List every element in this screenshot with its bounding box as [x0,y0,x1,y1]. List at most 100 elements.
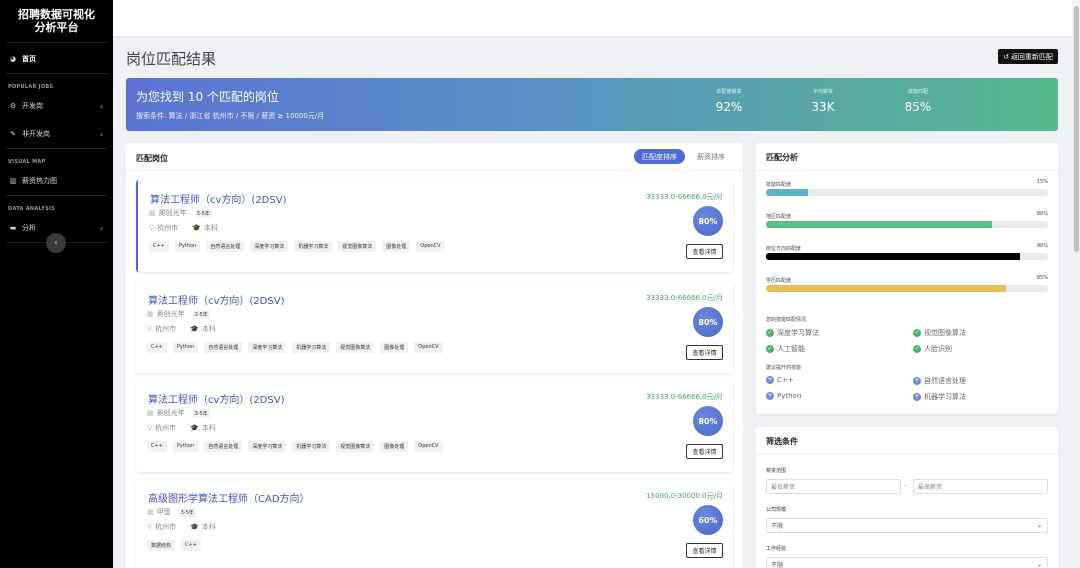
chevron-right-icon: › [99,129,103,139]
building-icon: ▦ [147,310,154,318]
skill-tag: 机器学习算法 [294,241,333,252]
job-salary: 33333.0-66666.0元/月 [646,393,723,401]
job-title-link[interactable]: 高级图形学算法工程师（CAD方向） [148,490,310,505]
skill-tag: 视觉图像算法 [338,241,377,252]
job-title-link[interactable]: 算法工程师（cv方向）(2DSV) [148,391,284,406]
suggested-skill: + C++ [766,376,794,384]
experience-badge: 3-5年 [192,408,210,418]
back-rematch-button[interactable]: ↺ 返回重新匹配 [998,49,1058,64]
chevron-right-icon: › [99,101,103,111]
divider [126,170,743,171]
check-circle-icon: ✓ [766,345,774,353]
job-card[interactable]: 算法工程师（cv方向）(2DSV) 33333.0-66666.0元/月 ▦ 奥… [136,380,733,472]
company-size-select[interactable]: 不限 ⌄ [766,518,1048,533]
building-icon: ▦ [147,409,154,417]
skill-tag: OpenCV [416,241,445,252]
skill-tags: C++ Python 自然语言处理 深度学习算法 机器学习算法 视觉图像算法 图像处理 Ope… [149,241,451,252]
skill-tag: 深度学习算法 [248,441,287,452]
skill-tag: 视觉图像算法 [336,441,375,452]
sidebar: 招聘数据可视化分析平台 ◕ 首页 POPULAR JOBS ⚙ 开发岗 › ✎ … [0,0,113,568]
graduation-cap-icon: 🎓 [190,424,199,432]
skill-tag: 自然语言处理 [204,441,243,452]
gear-icon: ⚙ [9,102,17,110]
progress-fill [766,253,1020,260]
sidebar-collapse-button[interactable]: ‹ [46,233,66,253]
job-card[interactable]: 算法工程师（cv方向）(2DSV) 33333.0-66666.0元/月 ▦ 奥… [136,180,733,272]
sidebar-item-dev-jobs[interactable]: ⚙ 开发岗 › [0,92,113,120]
match-bar-row: 技能匹配度 15% [766,179,1048,196]
divider [6,42,107,43]
result-banner: 为您找到 10 个匹配的岗位 搜索条件: 算法 / 浙江省 杭州市 / 不限 /… [126,78,1058,131]
section-heading: VISUAL MAP [8,159,46,165]
skill-tag: 深度学习算法 [248,342,287,353]
matched-skill: ✓ 人工智能 [766,344,805,354]
search-criteria: 搜索条件: 算法 / 浙江省 杭州市 / 不限 / 薪资 ≥ 10000元/月 [136,112,325,120]
map-pin-icon: ⚲ [147,523,153,531]
matched-skill: ✓ 人脸识别 [913,344,952,354]
bar-percent: 15% [1036,179,1048,185]
job-card[interactable]: 算法工程师（cv方向）(2DSV) 33333.0-66666.0元/月 ▦ 奥… [136,281,733,373]
scrollbar-thumb[interactable] [1074,6,1079,252]
job-city: 杭州市 [157,224,179,232]
match-score-badge: 80% [693,307,723,337]
view-details-button[interactable]: 查看详情 [686,244,723,259]
chevron-right-icon: › [99,223,103,233]
chevron-down-icon: ⌄ [1036,522,1042,529]
panel-heading: 匹配岗位 [136,154,168,163]
skill-tag: C++ [147,342,167,353]
sort-by-salary-button[interactable]: 薪资排序 [691,149,731,164]
company-size-value: 不限 [771,523,784,530]
experience-select[interactable]: 不限 ⌄ [766,557,1048,568]
min-salary-input[interactable]: 最低薪资 [766,479,901,494]
stat-label: 技能匹配 [907,89,928,95]
folder-icon: ▬ [9,224,17,232]
job-title-link[interactable]: 算法工程师（cv方向）(2DSV) [148,292,284,307]
graduation-cap-icon: 🎓 [190,523,199,531]
max-salary-input[interactable]: 最高薪资 [913,479,1048,494]
job-card[interactable]: 高级图形学算法工程师（CAD方向） 15000.0-30000.0元/月 ▦ 甲… [136,479,733,568]
bar-label: 岗位方向匹配度 [766,246,802,252]
sidebar-item-non-dev-jobs[interactable]: ✎ 非开发岗 › [0,120,113,148]
plus-circle-icon: + [766,392,774,400]
skill-name: 视觉图像算法 [924,329,966,337]
match-score-badge: 60% [693,505,723,535]
skill-tags: 数据结构 C++ [147,540,207,551]
sidebar-item-salary-heatmap[interactable]: ▥ 薪资热力图 [0,167,113,195]
progress-fill [766,221,992,228]
result-title: 为您找到 10 个匹配的岗位 [136,90,279,104]
location-row: ⚲ 杭州市 🎓 本科 [149,223,218,233]
company-size-label: 公司规模 [766,507,787,513]
wrench-icon: ✎ [10,130,16,138]
view-details-button[interactable]: 查看详情 [686,543,723,558]
view-details-button[interactable]: 查看详情 [686,444,723,459]
range-separator: - [904,482,907,489]
sort-by-match-button[interactable]: 匹配度排序 [634,149,685,164]
skill-name: 机器学习算法 [924,393,966,401]
sidebar-item-label: 开发岗 [22,102,43,110]
skill-tag: Python [172,441,199,452]
company-name: 奥创光年 [156,310,185,318]
stat-top-match: 匹配度最高 92% [704,88,754,114]
experience-value: 不限 [771,562,784,568]
experience-label: 工作经验 [766,546,787,552]
job-title-link[interactable]: 算法工程师（cv方向）(2DSV) [150,191,286,206]
skill-tag: 机器学习算法 [292,441,331,452]
plus-circle-icon: + [913,393,921,401]
sidebar-item-home[interactable]: ◕ 首页 [0,45,113,73]
suggested-skill: + 机器学习算法 [913,392,966,402]
progress-track [766,285,1048,292]
skill-tag: C++ [149,241,169,252]
location-row: ⚲ 杭州市 🎓 本科 [147,324,216,334]
skill-name: 自然语言处理 [924,377,966,385]
back-rematch-label: 返回重新匹配 [1010,52,1053,61]
location-row: ⚲ 杭州市 🎓 本科 [147,522,216,532]
bar-label: 学历匹配度 [766,278,792,284]
job-salary: 33333.0-66666.0元/月 [646,193,723,201]
panel-heading: 筛选条件 [766,437,798,446]
experience-badge: 3-5年 [178,507,196,517]
page-scrollbar[interactable] [1072,0,1080,568]
building-icon: ▦ [149,209,156,217]
view-details-button[interactable]: 查看详情 [686,345,723,360]
matched-skill: ✓ 视觉图像算法 [913,328,966,338]
skill-tag: 机器学习算法 [292,342,331,353]
